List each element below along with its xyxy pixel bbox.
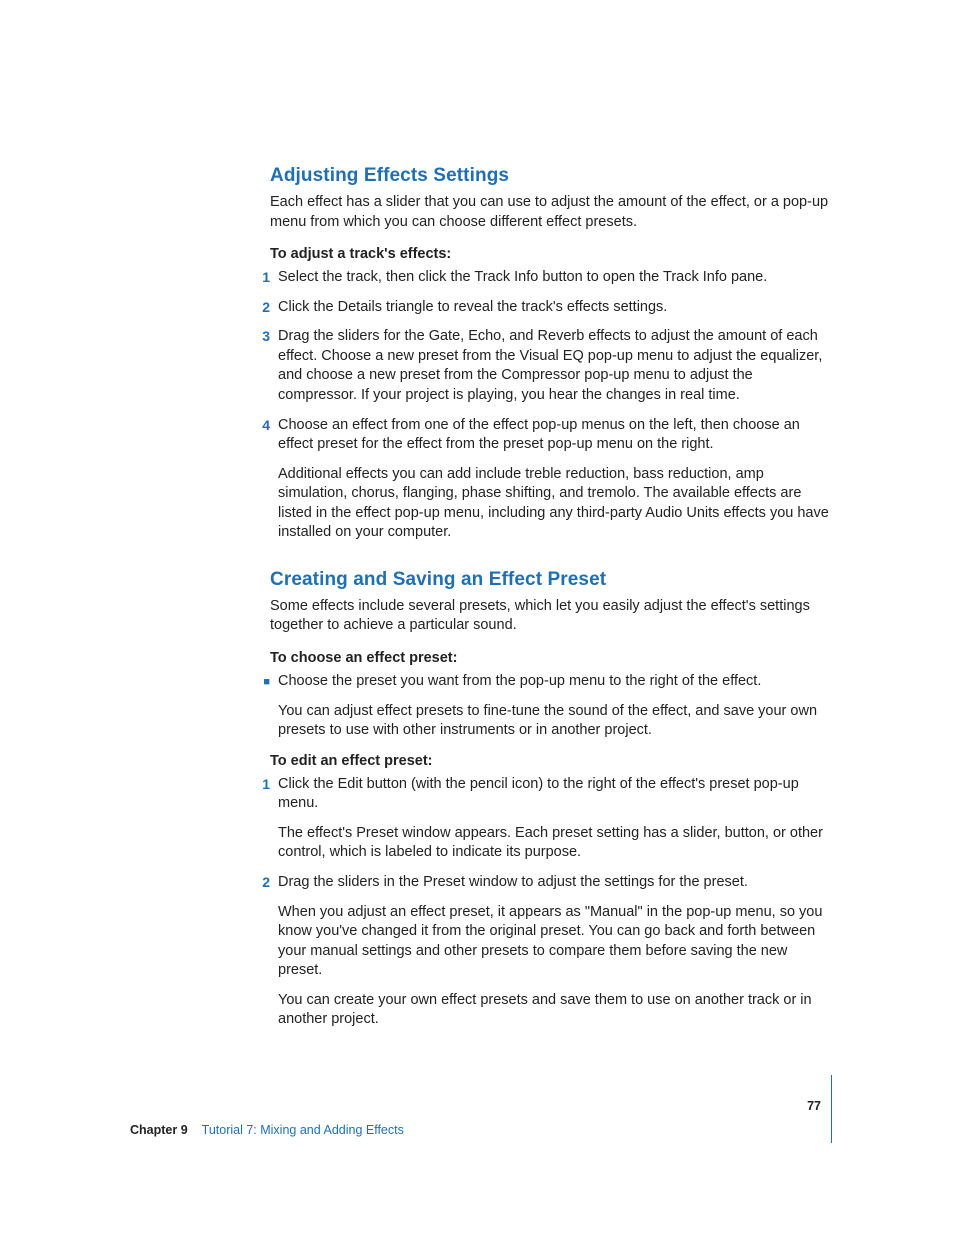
list-item-text: Click the Edit button (with the pencil i… [278,775,829,863]
ordered-list-edit: 1 Click the Edit button (with the pencil… [270,775,829,1030]
list-item: 4 Choose an effect from one of the effec… [270,416,829,543]
document-page: Adjusting Effects Settings Each effect h… [0,0,954,1235]
list-item-text: Drag the sliders in the Preset window to… [278,873,829,1030]
subhead-edit-preset: To edit an effect preset: [270,753,829,769]
list-item-tail: When you adjust an effect preset, it app… [278,903,829,981]
list-item-para: Click the Edit button (with the pencil i… [278,775,829,814]
list-item-text: Choose the preset you want from the pop-… [278,672,829,741]
footer-right: 77 [807,1075,832,1137]
list-item-text: Click the Details triangle to reveal the… [278,298,829,318]
list-item-tail: You can adjust effect presets to fine-tu… [278,702,829,741]
list-marker: 1 [252,268,278,287]
list-item-tail: Additional effects you can add include t… [278,465,829,543]
list-item: 1 Select the track, then click the Track… [270,268,829,288]
footer-left: Chapter 9 Tutorial 7: Mixing and Adding … [130,1123,404,1137]
list-item-text: Choose an effect from one of the effect … [278,416,829,543]
chapter-title: Tutorial 7: Mixing and Adding Effects [202,1123,404,1137]
list-item: 3 Drag the sliders for the Gate, Echo, a… [270,327,829,405]
list-marker: 4 [252,416,278,435]
intro-paragraph: Some effects include several presets, wh… [270,597,829,636]
heading-creating-preset: Creating and Saving an Effect Preset [270,569,829,591]
subhead-adjust-track: To adjust a track's effects: [270,246,829,262]
list-item-tail: The effect's Preset window appears. Each… [278,824,829,863]
list-item: 1 Click the Edit button (with the pencil… [270,775,829,863]
list-item: 2 Drag the sliders in the Preset window … [270,873,829,1030]
chapter-label: Chapter 9 [130,1123,188,1137]
list-item: ■ Choose the preset you want from the po… [270,672,829,741]
bullet-list-choose: ■ Choose the preset you want from the po… [270,672,829,741]
list-marker: 2 [252,298,278,317]
section-adjusting-effects: Adjusting Effects Settings Each effect h… [270,165,829,543]
list-item-para: Choose an effect from one of the effect … [278,416,829,455]
list-item-tail2: You can create your own effect presets a… [278,991,829,1030]
list-item-para: Choose the preset you want from the pop-… [278,672,829,692]
subhead-choose-preset: To choose an effect preset: [270,650,829,666]
list-item-para: Drag the sliders in the Preset window to… [278,873,829,893]
list-item-text: Drag the sliders for the Gate, Echo, and… [278,327,829,405]
heading-adjusting-effects: Adjusting Effects Settings [270,165,829,187]
ordered-list-adjust: 1 Select the track, then click the Track… [270,268,829,543]
section-creating-preset: Creating and Saving an Effect Preset Som… [270,569,829,1030]
page-footer: Chapter 9 Tutorial 7: Mixing and Adding … [0,1075,954,1137]
list-marker: 3 [252,327,278,346]
list-marker: 2 [252,873,278,892]
bullet-icon: ■ [252,672,278,690]
list-item-text: Select the track, then click the Track I… [278,268,829,288]
intro-paragraph: Each effect has a slider that you can us… [270,193,829,232]
list-item: 2 Click the Details triangle to reveal t… [270,298,829,318]
list-marker: 1 [252,775,278,794]
page-number: 77 [807,1099,821,1113]
footer-rule [831,1075,832,1143]
